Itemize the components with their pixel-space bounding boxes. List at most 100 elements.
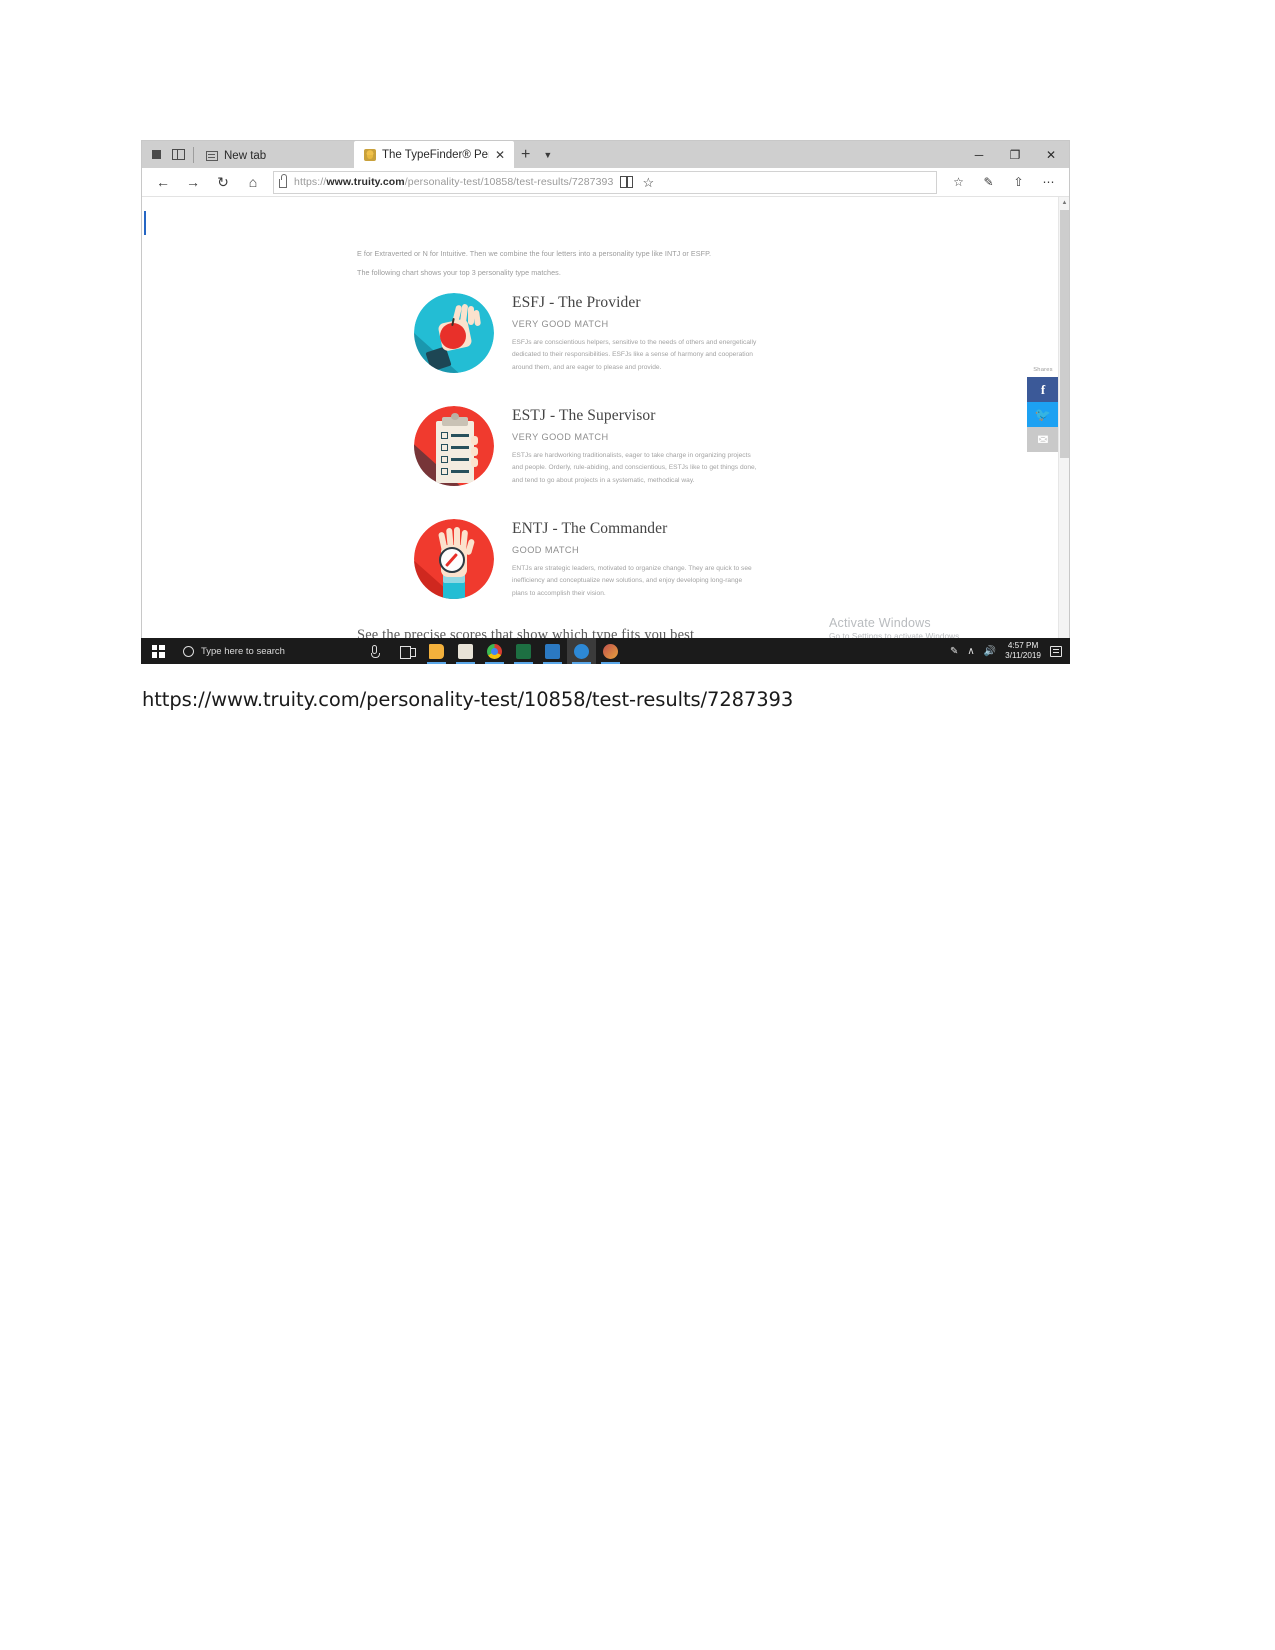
- excel-icon[interactable]: [509, 638, 538, 664]
- notepad-icon[interactable]: [451, 638, 480, 664]
- back-button[interactable]: ←: [149, 170, 177, 194]
- chevron-up-icon[interactable]: ∧: [967, 646, 974, 657]
- forward-button[interactable]: →: [179, 170, 207, 194]
- tab-label: The TypeFinder® Perso: [382, 148, 489, 161]
- hand-holding-apple-icon: [414, 293, 494, 373]
- taskbar-apps: [393, 638, 625, 664]
- windows-logo-icon: [151, 644, 165, 658]
- match-card-body: ESFJ - The Provider VERY GOOD MATCH ESFJ…: [512, 295, 802, 375]
- scroll-up-arrow-icon[interactable]: ▲: [1059, 197, 1069, 208]
- tabstrip-divider: [193, 146, 194, 163]
- desc-line: plans to accomplish their vision.: [512, 590, 606, 598]
- match-level: VERY GOOD MATCH: [512, 318, 609, 329]
- home-button[interactable]: ⌂: [239, 170, 267, 194]
- match-level: VERY GOOD MATCH: [512, 431, 609, 442]
- newtab-icon: [205, 149, 218, 162]
- microphone-icon[interactable]: [371, 645, 380, 658]
- address-bar-url: https://www.truity.com/personality-test/…: [294, 176, 613, 188]
- desc-line: ESTJs are hardworking traditionalists, e…: [512, 451, 751, 459]
- close-tab-icon[interactable]: ✕: [495, 149, 505, 161]
- clock-time: 4:57 PM: [1007, 641, 1039, 651]
- url-domain: www.truity.com: [326, 176, 405, 188]
- star-icon[interactable]: ☆: [642, 176, 654, 189]
- maximize-button[interactable]: ❐: [997, 141, 1033, 168]
- share-rail: Shares f 🐦 ✉: [1027, 367, 1059, 452]
- desc-line: inefficiency and conceptualize new solut…: [512, 577, 743, 585]
- desc-line: and people. Orderly, rule-abiding, and c…: [512, 464, 757, 472]
- address-bar[interactable]: https://www.truity.com/personality-test/…: [273, 170, 937, 194]
- hand-holding-clipboard-icon: [414, 406, 494, 486]
- tab-new-tab[interactable]: New tab: [196, 143, 354, 168]
- web-notes-icon[interactable]: ✎: [975, 170, 1002, 194]
- scrollbar-thumb[interactable]: [1060, 210, 1069, 458]
- share-icon[interactable]: ⇧: [1005, 170, 1032, 194]
- desc-line: dedicated to their responsibilities. ESF…: [512, 351, 753, 359]
- volume-icon[interactable]: 🔊: [984, 646, 996, 657]
- photos-icon[interactable]: [538, 638, 567, 664]
- windows-taskbar: Type here to search ✎ ∧ 🔊 4:57 PM 3/11/2…: [141, 638, 1070, 664]
- hand-holding-compass-icon: [414, 519, 494, 599]
- system-tray: ✎ ∧ 🔊 4:57 PM 3/11/2019: [950, 641, 1070, 661]
- intro-paragraph-2: The following chart shows your top 3 per…: [357, 268, 561, 277]
- shares-label: Shares: [1033, 367, 1053, 373]
- start-button[interactable]: [141, 638, 175, 664]
- edge-icon[interactable]: [567, 638, 596, 664]
- more-settings-icon[interactable]: ⋯: [1035, 170, 1062, 194]
- caption-url: https://www.truity.com/personality-test/…: [142, 688, 794, 711]
- match-title: ESTJ - The Supervisor: [512, 407, 656, 424]
- window-system-icons: [142, 141, 191, 168]
- twitter-share-button[interactable]: 🐦: [1027, 402, 1059, 427]
- match-title: ENTJ - The Commander: [512, 520, 668, 537]
- browser-toolbar-icons: ☆ ✎ ⇧ ⋯: [945, 170, 1062, 194]
- match-description: ESFJs are conscientious helpers, sensiti…: [512, 337, 802, 376]
- match-level: GOOD MATCH: [512, 544, 580, 555]
- facebook-share-button[interactable]: f: [1027, 377, 1059, 402]
- url-scheme: https://: [294, 176, 327, 188]
- match-description: ESTJs are hardworking traditionalists, e…: [512, 450, 802, 489]
- new-tab-button[interactable]: +: [514, 141, 537, 168]
- tab-typefinder[interactable]: The TypeFinder® Perso ✕: [354, 141, 514, 168]
- close-button[interactable]: ✕: [1033, 141, 1069, 168]
- match-description: ENTJs are strategic leaders, motivated t…: [512, 563, 802, 602]
- refresh-button[interactable]: ↻: [209, 170, 237, 194]
- minimize-button[interactable]: ─: [961, 141, 997, 168]
- page-viewport: E for Extraverted or N for Intuitive. Th…: [142, 197, 1069, 663]
- intro-paragraph-1: E for Extraverted or N for Intuitive. Th…: [357, 249, 712, 258]
- vertical-scrollbar[interactable]: ▲ ▼: [1058, 197, 1069, 663]
- clock[interactable]: 4:57 PM 3/11/2019: [1005, 641, 1041, 661]
- browser-window: New tab The TypeFinder® Perso ✕ + ▼ ─ ❐ …: [141, 140, 1070, 664]
- screenshot-root: New tab The TypeFinder® Perso ✕ + ▼ ─ ❐ …: [0, 0, 1275, 1650]
- search-placeholder: Type here to search: [201, 645, 285, 657]
- desc-line: ESFJs are conscientious helpers, sensiti…: [512, 338, 757, 346]
- email-share-button[interactable]: ✉: [1027, 427, 1059, 452]
- match-card-body: ENTJ - The Commander GOOD MATCH ENTJs ar…: [512, 521, 802, 601]
- match-card-body: ESTJ - The Supervisor VERY GOOD MATCH ES…: [512, 408, 802, 488]
- search-input[interactable]: Type here to search: [175, 638, 387, 664]
- desc-line: around them, and are eager to please and…: [512, 364, 662, 372]
- action-center-icon[interactable]: [1050, 645, 1062, 657]
- url-path: /personality-test/10858/test-results/728…: [404, 176, 614, 188]
- window-controls: ─ ❐ ✕: [961, 141, 1069, 168]
- set-tabs-aside-icon[interactable]: [150, 148, 165, 161]
- match-title: ESFJ - The Provider: [512, 294, 641, 311]
- text-cursor: [144, 211, 146, 235]
- desc-line: and tend to go about projects in a syste…: [512, 477, 695, 485]
- favorites-hub-icon[interactable]: ☆: [945, 170, 972, 194]
- task-view-button[interactable]: [393, 638, 422, 664]
- chrome-icon[interactable]: [480, 638, 509, 664]
- paint-icon[interactable]: [596, 638, 625, 664]
- pen-icon[interactable]: ✎: [950, 646, 958, 657]
- chevron-down-icon[interactable]: ▼: [537, 141, 558, 168]
- desc-line: ENTJs are strategic leaders, motivated t…: [512, 564, 752, 572]
- tabs-you-set-aside-icon[interactable]: [172, 148, 185, 161]
- watermark-title: Activate Windows: [829, 616, 931, 630]
- clock-date: 3/11/2019: [1005, 651, 1041, 660]
- truity-favicon: [363, 148, 376, 161]
- book-icon[interactable]: [620, 176, 634, 188]
- address-bar-icons: ☆: [620, 176, 657, 189]
- file-explorer-icon[interactable]: [422, 638, 451, 664]
- tab-label: New tab: [224, 149, 267, 162]
- lock-icon: [279, 174, 287, 188]
- search-icon: [183, 645, 194, 657]
- tab-strip: New tab The TypeFinder® Perso ✕ + ▼ ─ ❐ …: [142, 141, 1069, 168]
